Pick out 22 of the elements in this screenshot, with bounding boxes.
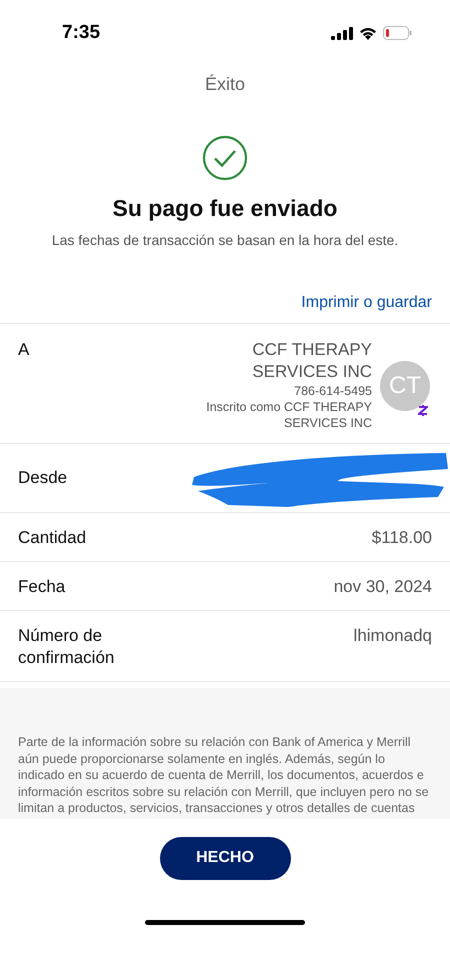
wifi-icon (359, 26, 377, 40)
done-button[interactable]: HECHO (160, 836, 290, 880)
success-heading: Su pago fue enviado (112, 195, 338, 222)
enrolled-note: Inscrito como CCF THERAPY SERVICES INC (205, 399, 372, 431)
row-label: A (18, 339, 30, 361)
row-label: Cantidad (18, 527, 86, 549)
timezone-note: Las fechas de transacción se basan en la hora del este. (52, 232, 398, 248)
row-value: lhimonadq (354, 625, 432, 647)
disclaimer-text: Parte de la información sobre su relación con Bank of America y Merrill aún puede proporcionarse solamente en inglés. Además, según lo indicado en su acuerdo de cuenta de Merrill, los documentos, acuerdos e información escritos sobre su relación con Merrill, que incluyen pero no se limitan a productos, servicios, transacciones y otros detalles de cuentas (18, 734, 430, 816)
status-time: 7:35 (62, 22, 100, 44)
recipient-phone: 786-614-5495 (294, 383, 372, 399)
signal-icon (331, 26, 353, 40)
screen-title: Éxito (204, 74, 246, 95)
row-label: Número de confirmación (18, 625, 116, 669)
row-value: nov 30, 2024 (334, 576, 432, 598)
print-link[interactable]: Imprimir o guardar (301, 294, 432, 312)
row-value: $118.00 (372, 527, 432, 549)
check-circle-icon (202, 135, 248, 181)
row-label: Fecha (18, 576, 66, 598)
z-logo-icon (418, 404, 428, 417)
recipient-name: CCF THERAPY SERVICES INC (251, 339, 372, 383)
row-label: Desde (18, 467, 68, 489)
